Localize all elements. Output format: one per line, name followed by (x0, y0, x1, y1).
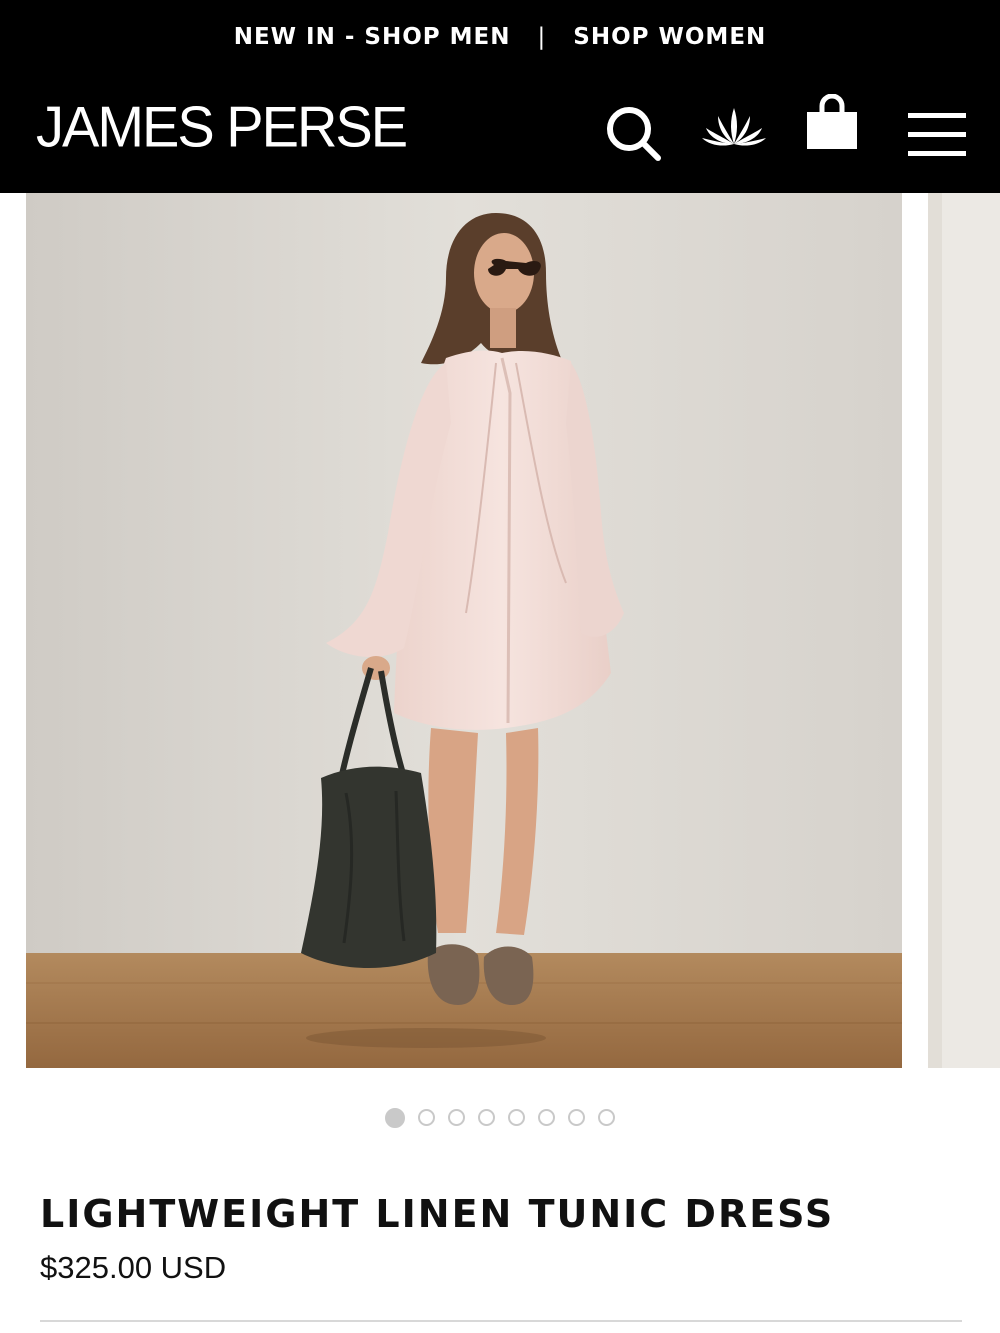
carousel-dot[interactable] (418, 1109, 435, 1126)
search-icon[interactable] (604, 104, 662, 162)
shop-men-link[interactable]: NEW IN - SHOP MEN (234, 24, 511, 50)
lotus-icon[interactable] (700, 106, 768, 150)
carousel-dot[interactable] (385, 1108, 405, 1128)
product-price: $325.00 USD (40, 1250, 227, 1285)
site-header: NEW IN - SHOP MEN | SHOP WOMEN JAMES PER… (0, 0, 1000, 193)
product-image-carousel[interactable] (0, 193, 1000, 1068)
carousel-dot[interactable] (448, 1109, 465, 1126)
carousel-dot[interactable] (508, 1109, 525, 1126)
next-product-image-peek[interactable] (928, 193, 1000, 1068)
promo-bar: NEW IN - SHOP MEN | SHOP WOMEN (0, 22, 1000, 52)
divider (40, 1320, 962, 1322)
carousel-dot[interactable] (598, 1109, 615, 1126)
carousel-dot[interactable] (568, 1109, 585, 1126)
shopping-bag-icon[interactable] (804, 93, 860, 152)
hamburger-menu-icon[interactable] (906, 110, 968, 158)
product-title: LIGHTWEIGHT LINEN TUNIC DRESS (40, 1192, 835, 1236)
promo-separator: | (537, 24, 547, 50)
shop-women-link[interactable]: SHOP WOMEN (573, 24, 766, 50)
carousel-pagination (0, 1108, 1000, 1133)
product-image (26, 193, 902, 1068)
site-logo[interactable]: JAMES PERSE (36, 95, 408, 158)
carousel-dot[interactable] (538, 1109, 555, 1126)
carousel-dot[interactable] (478, 1109, 495, 1126)
